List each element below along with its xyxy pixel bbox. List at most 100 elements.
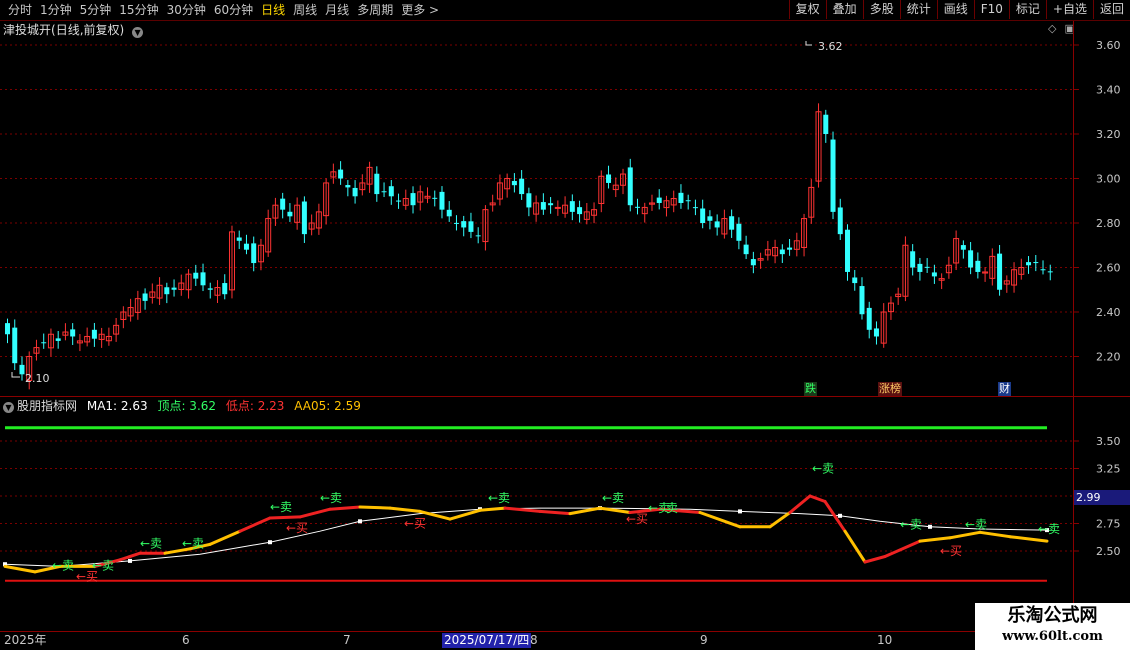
candle-body-down: [70, 329, 76, 337]
candle-body-down: [345, 185, 351, 188]
candle-body-down: [606, 174, 612, 183]
sell-signal-label: ←卖: [900, 518, 922, 532]
aa05-segment: [883, 539, 922, 558]
high-marker-label: 3.62: [818, 40, 843, 53]
aa05-segment: [808, 494, 827, 503]
candle-body-down: [931, 272, 937, 277]
event-tag-limitup[interactable]: 涨榜: [878, 382, 902, 396]
indicator-legend: ▼ 股朋指标网 MA1: 2.63 顶点: 3.62 低点: 2.23 AA05:…: [0, 398, 367, 414]
sell-signal-label: 卖: [666, 501, 678, 515]
buy-signal-label: ←买: [404, 517, 426, 531]
price-tick-label: 2.80: [1096, 217, 1121, 230]
candle-body-down: [685, 200, 691, 202]
candle-body-down: [388, 186, 394, 197]
aa05-segment: [478, 506, 507, 512]
right-axis-line: [1073, 21, 1074, 631]
low-value: 低点: 2.23: [225, 399, 285, 413]
candle-body-down: [475, 235, 481, 237]
candle-body-down: [743, 244, 749, 255]
sell-signal-label: ←卖: [320, 491, 342, 505]
candle-body-down: [222, 283, 228, 295]
low-marker-line: [11, 372, 20, 378]
aa05-segment: [768, 511, 792, 529]
aa05-segment: [268, 515, 302, 520]
candle-body-down: [1026, 262, 1032, 266]
chevron-down-icon[interactable]: ▼: [3, 402, 14, 413]
sell-signal-label: ←卖: [812, 462, 834, 476]
aa05-segment: [788, 494, 812, 514]
indicator-tick-label: 3.25: [1096, 463, 1121, 476]
buy-signal-label: ←买: [626, 512, 648, 526]
candle-body-down: [41, 342, 47, 344]
candle-body-down: [823, 114, 829, 134]
candle-body-down: [251, 243, 257, 264]
candle-body-down: [511, 180, 517, 186]
candle-body-down: [569, 201, 575, 212]
candle-body-down: [700, 208, 706, 223]
high-marker-line: [805, 41, 812, 46]
indicator-tick-label: 2.75: [1096, 518, 1121, 531]
ma1-dot: [268, 540, 272, 545]
candle-body-down: [707, 216, 713, 221]
candle-body-down: [866, 307, 872, 330]
price-tick-label: 3.20: [1096, 128, 1121, 141]
candle-body-down: [446, 209, 452, 217]
candle-body-down: [19, 364, 25, 375]
candle-body-down: [410, 193, 416, 206]
candle-body-down: [91, 329, 97, 339]
x-label-cursor-date: 2025/07/17/四: [442, 633, 532, 648]
sell-signal-label: ←卖: [140, 536, 162, 550]
candle-body-down: [55, 338, 61, 341]
candle-body-down: [287, 211, 293, 217]
candle-body-down: [352, 187, 358, 197]
candle-body-down: [432, 197, 438, 199]
candle-body-down: [1033, 262, 1039, 264]
event-tag-drop[interactable]: 跌: [804, 382, 817, 396]
candle-body-down: [142, 293, 148, 301]
aa05-segment: [538, 509, 572, 516]
candle-body-down: [1040, 269, 1046, 271]
ma1-dot: [928, 524, 932, 529]
aa05-segment: [238, 516, 272, 533]
candle-body-down: [461, 221, 467, 228]
price-tick-label: 3.00: [1096, 173, 1121, 186]
candle-body-down: [997, 253, 1003, 290]
current-value-badge: 2.99: [1074, 490, 1130, 505]
candle-body-down: [12, 327, 18, 364]
candle-body-down: [852, 277, 858, 284]
sell-signal-label: ←卖: [1038, 522, 1060, 536]
candle-body-down: [729, 216, 735, 230]
candle-body-down: [714, 221, 720, 228]
ma1-dot: [358, 519, 362, 524]
aa05-segment: [948, 530, 982, 540]
event-tag-finance[interactable]: 财: [998, 382, 1011, 396]
candle-body-down: [577, 207, 583, 215]
aa05-segment: [208, 529, 242, 546]
candle-body-down: [779, 249, 785, 255]
aa05-segment: [843, 529, 867, 564]
candle-body-down: [243, 243, 249, 250]
x-label: 9: [700, 633, 708, 647]
aa05-segment: [1008, 535, 1049, 543]
sell-signal-label: ←卖: [270, 500, 292, 514]
x-label: 7: [343, 633, 351, 647]
candle-body-down: [787, 247, 793, 250]
aa05-segment: [568, 506, 602, 516]
candle-body-down: [635, 206, 640, 208]
aa05-segment: [3, 564, 37, 574]
aa05-segment: [118, 551, 142, 562]
x-label: 2025年: [4, 633, 47, 647]
candle-body-down: [548, 203, 554, 206]
low-marker-label: 2.10: [25, 372, 50, 385]
candle-body-down: [193, 272, 199, 279]
candle-body-down: [837, 207, 843, 235]
candle-body-down: [678, 192, 684, 203]
candle-body-down: [924, 266, 930, 268]
indicator-name: 股朋指标网: [17, 399, 78, 413]
buy-signal-label: ←买: [286, 521, 308, 535]
date-axis: 2025年 6 7 2025/07/17/四 8 9 10: [0, 631, 1073, 650]
ma1-dot: [738, 509, 742, 514]
sell-signal-label: ←卖: [52, 558, 74, 572]
kline-chart[interactable]: 3.603.403.203.002.802.602.402.20 ←卖 ←卖←卖 ←…: [0, 0, 1130, 650]
candle-body-up: [554, 206, 561, 209]
